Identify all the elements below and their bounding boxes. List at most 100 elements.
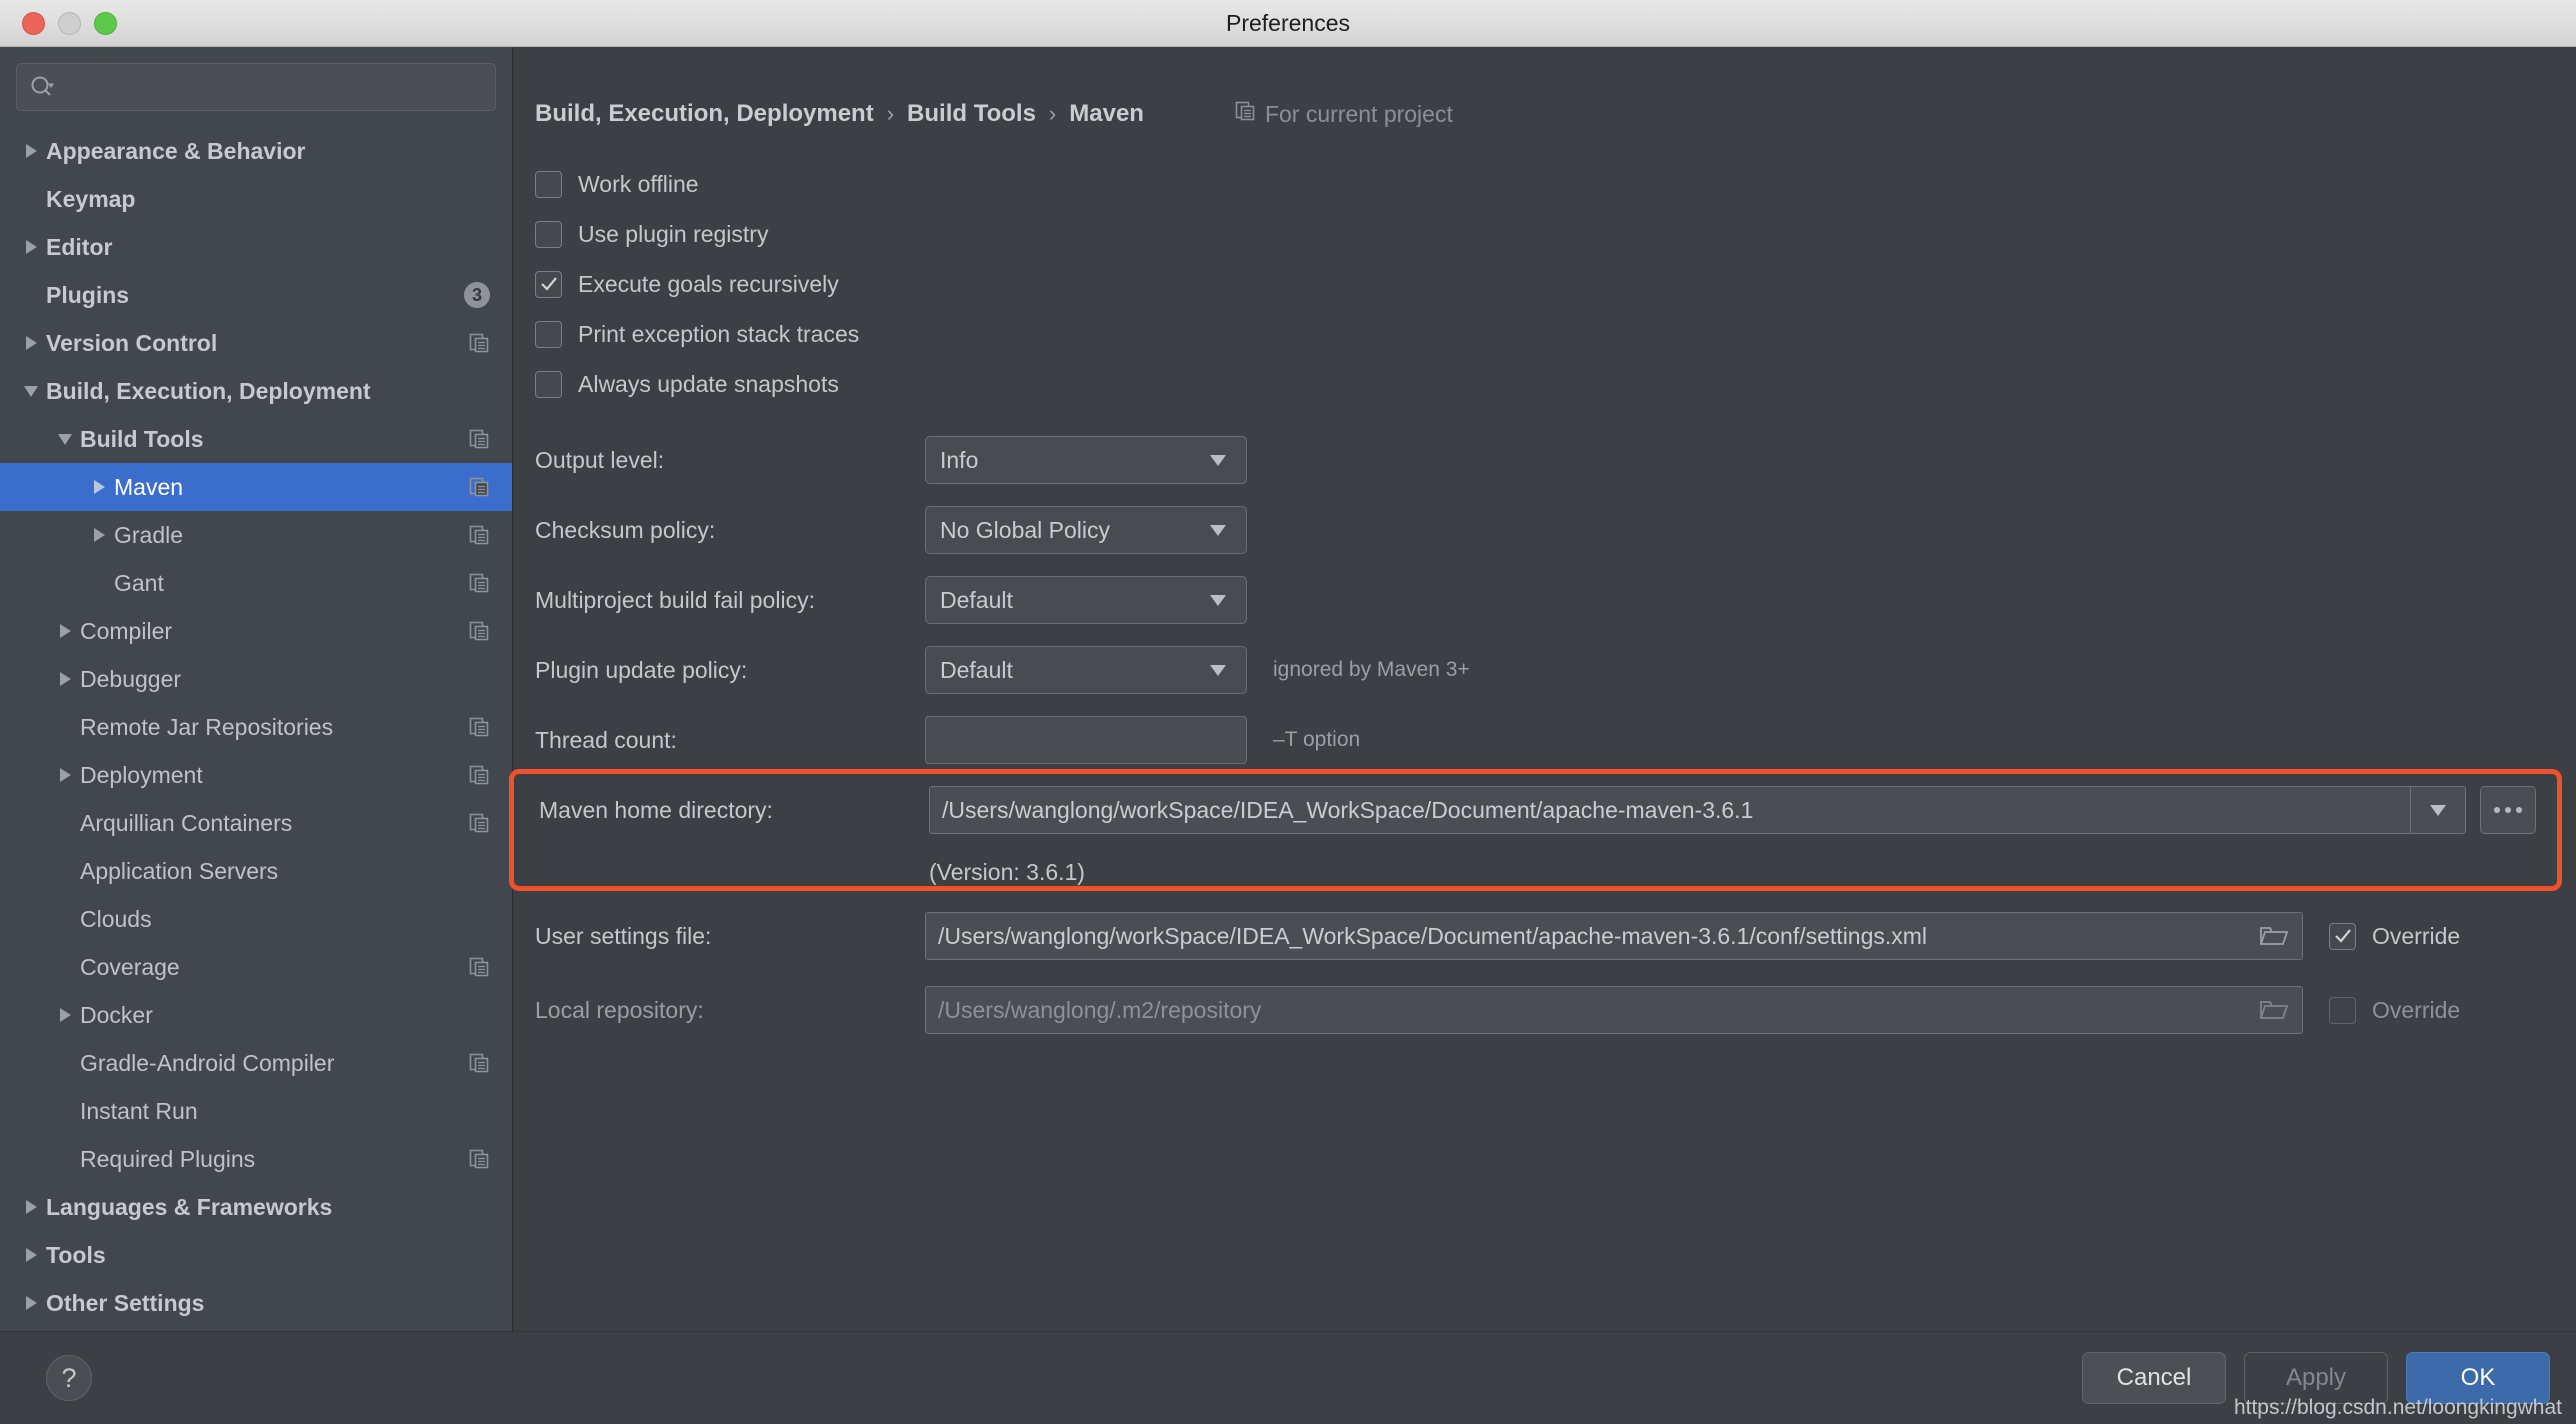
checkbox-execute-goals-recursively[interactable] [535, 270, 562, 298]
for-current-project-indicator: For current project [1234, 100, 1453, 128]
sidebar-item-label: Plugins [46, 281, 130, 308]
thread-count-input[interactable] [925, 716, 1247, 764]
chevron-down-icon[interactable] [16, 385, 46, 397]
checksum-policy-row: Checksum policy: No Global Policy [535, 495, 2576, 565]
local-repository-override[interactable]: Override [2329, 996, 2460, 1024]
breadcrumb-item-2[interactable]: Maven [1069, 100, 1144, 128]
maven-home-combo[interactable]: /Users/wanglong/workSpace/IDEA_WorkSpace… [929, 786, 2466, 834]
user-settings-override[interactable]: Override [2329, 922, 2460, 950]
checkbox-print-exception-stack-traces[interactable] [535, 320, 562, 348]
sidebar-item-instant-run[interactable]: Instant Run [0, 1087, 512, 1135]
folder-icon [2259, 1001, 2289, 1019]
chevron-right-icon[interactable] [84, 480, 114, 494]
maven-home-dropdown-button[interactable] [2410, 787, 2465, 833]
plugin-update-policy-note: ignored by Maven 3+ [1273, 658, 1470, 681]
plugin-update-policy-value: Default [940, 656, 1013, 683]
chevron-down-icon [1210, 594, 1226, 606]
search-container [0, 47, 512, 121]
checkbox-use-plugin-registry[interactable] [535, 220, 562, 248]
help-button[interactable]: ? [46, 1355, 92, 1401]
checkbox-always-update-snapshots[interactable] [535, 370, 562, 398]
sidebar-item-docker[interactable]: Docker [0, 991, 512, 1039]
chevron-right-icon[interactable] [16, 1248, 46, 1262]
checkbox-work-offline[interactable] [535, 170, 562, 198]
sidebar-item-editor[interactable]: Editor [0, 223, 512, 271]
project-scope-icon [468, 572, 490, 594]
local-repository-field[interactable]: /Users/wanglong/.m2/repository [925, 986, 2303, 1034]
user-settings-browse-button[interactable] [2246, 913, 2302, 959]
checkbox-row-print-exception-stack-traces[interactable]: Print exception stack traces [535, 309, 2576, 359]
chevron-right-icon[interactable] [50, 1008, 80, 1022]
sidebar-item-debugger[interactable]: Debugger [0, 655, 512, 703]
checksum-policy-select[interactable]: No Global Policy [925, 506, 1247, 554]
minimize-window-button[interactable] [58, 11, 81, 35]
chevron-down-icon [1210, 664, 1226, 676]
sidebar-item-deployment[interactable]: Deployment [0, 751, 512, 799]
sidebar-item-gradle-android-compiler[interactable]: Gradle-Android Compiler [0, 1039, 512, 1087]
chevron-right-icon[interactable] [16, 240, 46, 254]
sidebar-item-other-settings[interactable]: Other Settings [0, 1279, 512, 1327]
sidebar-item-gradle[interactable]: Gradle [0, 511, 512, 559]
project-scope-icon [468, 716, 490, 738]
sidebar-item-application-servers[interactable]: Application Servers [0, 847, 512, 895]
sidebar-item-appearance-behavior[interactable]: Appearance & Behavior [0, 127, 512, 175]
search-input[interactable] [63, 74, 483, 100]
sidebar-item-version-control[interactable]: Version Control [0, 319, 512, 367]
chevron-right-icon[interactable] [50, 672, 80, 686]
chevron-right-icon[interactable] [16, 1200, 46, 1214]
checksum-policy-value: No Global Policy [940, 516, 1111, 543]
sidebar-item-label: Version Control [46, 329, 218, 356]
output-level-select[interactable]: Info [925, 436, 1247, 484]
close-window-button[interactable] [22, 11, 45, 35]
apply-button[interactable]: Apply [2244, 1352, 2388, 1404]
cancel-button[interactable]: Cancel [2082, 1352, 2226, 1404]
dialog-buttons: Cancel Apply OK [2082, 1352, 2550, 1404]
chevron-right-icon[interactable] [16, 144, 46, 158]
local-repository-browse-button[interactable] [2246, 987, 2302, 1033]
breadcrumb-item-1[interactable]: Build Tools [907, 100, 1036, 128]
sidebar-item-label: Appearance & Behavior [46, 137, 306, 164]
sidebar-item-build-execution-deployment[interactable]: Build, Execution, Deployment [0, 367, 512, 415]
sidebar-item-label: Tools [46, 1241, 106, 1268]
sidebar-item-tools[interactable]: Tools [0, 1231, 512, 1279]
sidebar-item-label: Remote Jar Repositories [80, 713, 334, 740]
sidebar-item-maven[interactable]: Maven [0, 463, 512, 511]
sidebar-item-gant[interactable]: Gant [0, 559, 512, 607]
sidebar-item-label: Application Servers [80, 857, 279, 884]
chevron-right-icon[interactable] [50, 768, 80, 782]
checkbox-row-always-update-snapshots[interactable]: Always update snapshots [535, 359, 2576, 409]
sidebar-item-compiler[interactable]: Compiler [0, 607, 512, 655]
sidebar-item-coverage[interactable]: Coverage [0, 943, 512, 991]
checkbox-row-work-offline[interactable]: Work offline [535, 159, 2576, 209]
user-settings-field[interactable]: /Users/wanglong/workSpace/IDEA_WorkSpace… [925, 912, 2303, 960]
local-repository-override-checkbox[interactable] [2329, 996, 2356, 1024]
sidebar-item-plugins[interactable]: Plugins 3 [0, 271, 512, 319]
breadcrumb-item-0[interactable]: Build, Execution, Deployment [535, 100, 874, 128]
fields-group: Output level: Info Checksum policy: No Glob… [509, 425, 2576, 1047]
breadcrumb: Build, Execution, Deployment › Build Too… [513, 47, 2576, 131]
checkbox-row-use-plugin-registry[interactable]: Use plugin registry [535, 209, 2576, 259]
chevron-down-icon[interactable] [50, 433, 80, 445]
chevron-right-icon[interactable] [84, 528, 114, 542]
user-settings-override-checkbox[interactable] [2329, 922, 2356, 950]
sidebar-item-required-plugins[interactable]: Required Plugins [0, 1135, 512, 1183]
maven-home-directory-row: Maven home directory: /Users/wanglong/wo… [535, 775, 2576, 845]
multiproject-build-fail-policy-select[interactable]: Default [925, 576, 1247, 624]
chevron-right-icon[interactable] [16, 1296, 46, 1310]
dialog-footer: ? Cancel Apply OK https://blog.csdn.net/… [0, 1331, 2576, 1424]
sidebar-item-build-tools[interactable]: Build Tools [0, 415, 512, 463]
maximize-window-button[interactable] [94, 11, 117, 35]
chevron-right-icon[interactable] [50, 624, 80, 638]
sidebar-item-remote-jar-repositories[interactable]: Remote Jar Repositories [0, 703, 512, 751]
sidebar-item-clouds[interactable]: Clouds [0, 895, 512, 943]
checkbox-row-execute-goals-recursively[interactable]: Execute goals recursively [535, 259, 2576, 309]
ok-button[interactable]: OK [2406, 1352, 2550, 1404]
sidebar-item-keymap[interactable]: Keymap [0, 175, 512, 223]
search-box[interactable] [16, 63, 496, 111]
sidebar-item-arquillian-containers[interactable]: Arquillian Containers [0, 799, 512, 847]
chevron-right-icon[interactable] [16, 336, 46, 350]
sidebar-item-languages-frameworks[interactable]: Languages & Frameworks [0, 1183, 512, 1231]
plugin-update-policy-select[interactable]: Default [925, 646, 1247, 694]
maven-home-browse-button[interactable] [2480, 786, 2536, 834]
window-title: Preferences [1225, 9, 1350, 36]
